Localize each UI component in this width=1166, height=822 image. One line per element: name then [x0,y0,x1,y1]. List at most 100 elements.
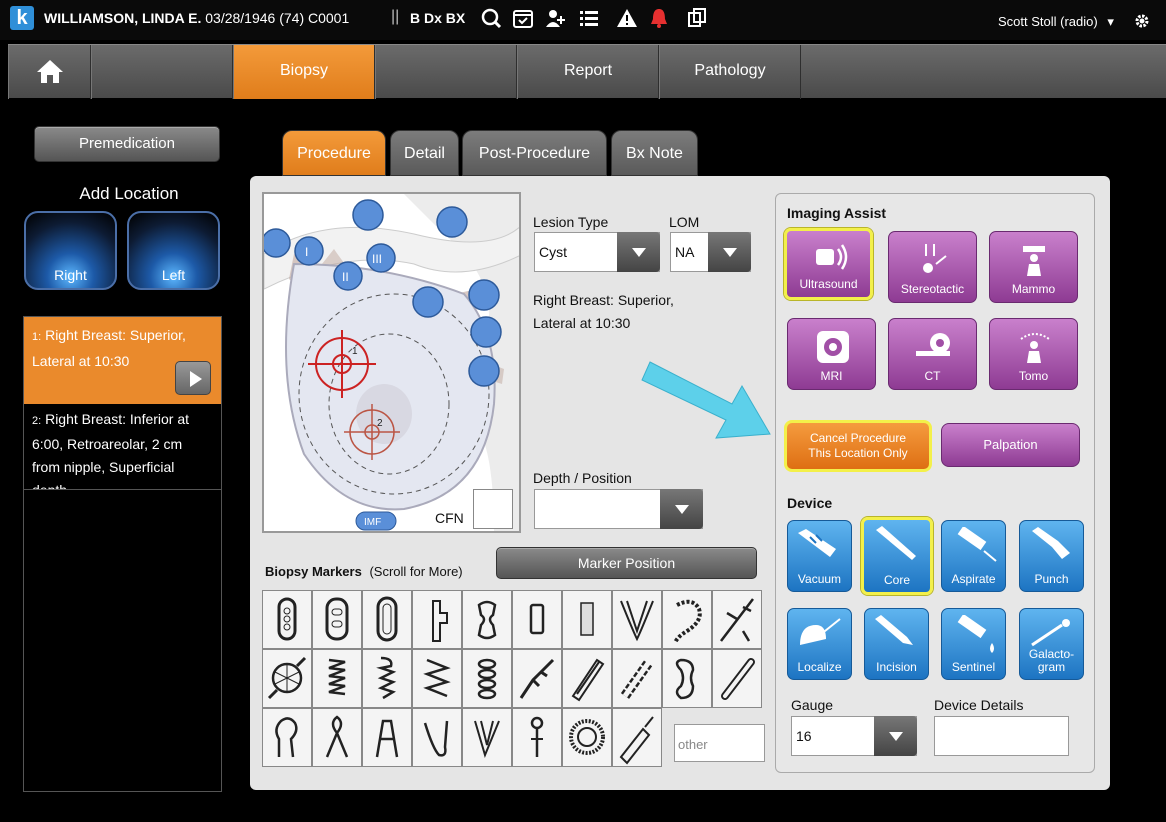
biopsy-marker-22[interactable] [312,708,362,767]
alarm-bell-icon[interactable] [648,7,670,29]
biopsy-marker-icon [474,720,500,759]
copy-icon[interactable] [686,7,708,29]
depth-position-label: Depth / Position [533,470,632,486]
biopsy-marker-3[interactable] [362,590,412,649]
header-separator: || [391,8,400,25]
stereotactic-icon [923,244,947,273]
biopsy-marker-icon [325,597,349,641]
play-button[interactable] [175,361,211,395]
location-text: Right Breast: Superior, Lateral at 10:30 [32,327,186,369]
biopsy-marker-15[interactable] [462,649,512,708]
chevron-down-icon [660,489,703,529]
target-2-label: 2 [377,418,383,429]
user-menu[interactable]: Scott Stoll (radio) ▾ [998,14,1114,30]
nav-blank-2[interactable] [375,45,517,99]
lesion-type-select[interactable]: Cyst [534,232,660,272]
biopsy-marker-icon [376,596,398,642]
target-1-label: 1 [352,346,358,357]
biopsy-marker-8[interactable] [612,590,662,649]
premedication-button[interactable]: Premedication [34,126,220,162]
nav-tab-pathology[interactable]: Pathology [659,45,801,99]
sentinel-button[interactable]: Sentinel [941,608,1006,680]
biopsy-marker-17[interactable] [562,649,612,708]
marker-position-button[interactable]: Marker Position [496,547,757,579]
biopsy-marker-7[interactable] [562,590,612,649]
location-item-2[interactable]: 2: Right Breast: Inferior at 6:00, Retro… [24,404,221,490]
biopsy-marker-26[interactable] [512,708,562,767]
biopsy-marker-4[interactable] [412,590,462,649]
ultrasound-icon [816,244,848,270]
biopsy-marker-14[interactable] [412,649,462,708]
tab-post-procedure[interactable]: Post-Procedure [462,130,607,176]
galactogram-label: Galacto-gram [1028,647,1075,674]
biopsy-marker-24[interactable] [412,708,462,767]
location-number: 1: [32,331,42,343]
device-details-input[interactable] [934,716,1069,756]
localize-button[interactable]: Localize [787,608,852,680]
biopsy-marker-21[interactable] [262,708,312,767]
list-icon[interactable] [578,7,600,29]
biopsy-marker-icon [530,716,544,757]
location-item-1[interactable]: 1: Right Breast: Superior, Lateral at 10… [24,317,221,404]
tab-procedure[interactable]: Procedure [282,130,386,176]
biopsy-marker-9[interactable] [662,590,712,649]
tomo-button[interactable]: Tomo [989,318,1078,390]
biopsy-marker-27[interactable] [562,708,612,767]
nav-home[interactable] [8,45,91,99]
biopsy-marker-icon [376,656,397,700]
gauge-select[interactable]: 16 [791,716,917,756]
patient-name: WILLIAMSON, LINDA E. [44,10,202,26]
biopsy-marker-25[interactable] [462,708,512,767]
core-button[interactable]: Core [861,517,933,595]
zone-3-label: III [372,252,382,266]
add-location-right-button[interactable]: Right [24,211,117,290]
other-marker-input[interactable]: other [674,724,765,762]
scalpel-icon [875,615,913,645]
biopsy-marker-2[interactable] [312,590,362,649]
biopsy-marker-13[interactable] [362,649,412,708]
biopsy-marker-20[interactable] [712,649,762,708]
biopsy-marker-16[interactable] [512,649,562,708]
biopsy-marker-5[interactable] [462,590,512,649]
biopsy-marker-12[interactable] [312,649,362,708]
ultrasound-button[interactable]: Ultrasound [784,228,873,300]
incision-button[interactable]: Incision [864,608,929,680]
palpation-button[interactable]: Palpation [941,423,1080,467]
depth-position-select[interactable] [534,489,703,529]
ct-button[interactable]: CT [888,318,977,390]
breast-diagram[interactable]: 1 2 I II III IMF [262,192,521,533]
biopsy-marker-28[interactable] [612,708,662,767]
biopsy-marker-18[interactable] [612,649,662,708]
biopsy-marker-19[interactable] [662,649,712,708]
biopsy-marker-6[interactable] [512,590,562,649]
aspirate-button[interactable]: Aspirate [941,520,1006,592]
cfn-field[interactable] [473,489,513,529]
nav-blank-1[interactable] [91,45,233,99]
calendar-check-icon[interactable] [512,7,534,29]
search-icon[interactable] [480,7,502,29]
location-list: 1: Right Breast: Superior, Lateral at 10… [23,316,222,792]
stereotactic-button[interactable]: Stereotactic [888,231,977,303]
mri-button[interactable]: MRI [787,318,876,390]
nav-tab-biopsy[interactable]: Biopsy [233,45,375,99]
tab-bx-note[interactable]: Bx Note [611,130,698,176]
gear-icon[interactable] [1134,13,1150,29]
warning-icon[interactable] [616,7,638,29]
add-user-icon[interactable] [544,7,566,29]
add-location-left-button[interactable]: Left [127,211,220,290]
vacuum-button[interactable]: Vacuum [787,520,852,592]
lom-select[interactable]: NA [670,232,751,272]
incision-label: Incision [876,660,917,674]
biopsy-marker-1[interactable] [262,590,312,649]
cancel-procedure-button[interactable]: Cancel Procedure This Location Only [784,420,932,472]
galactogram-button[interactable]: Galacto-gram [1019,608,1084,680]
punch-button[interactable]: Punch [1019,520,1084,592]
biopsy-marker-10[interactable] [712,590,762,649]
nav-tab-report[interactable]: Report [517,45,659,99]
gauge-label: Gauge [791,697,834,713]
app-logo[interactable]: k [10,6,34,30]
biopsy-marker-11[interactable] [262,649,312,708]
mammo-button[interactable]: Mammo [989,231,1078,303]
tab-detail[interactable]: Detail [390,130,459,176]
biopsy-marker-23[interactable] [362,708,412,767]
